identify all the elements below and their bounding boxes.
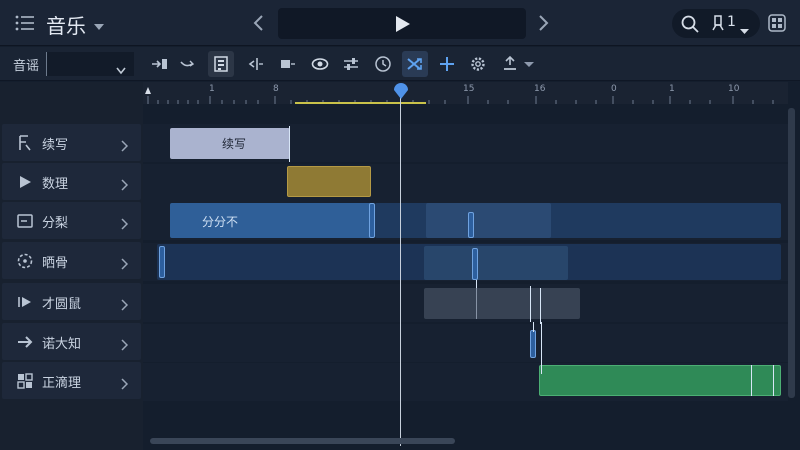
track-item[interactable]: 续写 [2, 124, 141, 161]
clip[interactable] [539, 365, 781, 396]
ruler-label: 10 [728, 84, 740, 94]
track-selector[interactable]: 音谣 [8, 52, 134, 76]
track-label: 才圆鼠 [42, 297, 82, 312]
clip-handle[interactable] [472, 248, 478, 280]
snap-right-icon[interactable] [147, 51, 173, 77]
curve-icon[interactable] [176, 51, 202, 77]
chevron-down-icon[interactable] [520, 51, 536, 77]
plus-icon[interactable] [434, 51, 460, 77]
chevron-down-icon[interactable] [93, 17, 105, 30]
clip[interactable] [424, 288, 580, 319]
ruler-label: 1 [209, 84, 215, 94]
track-label: 续写 [42, 138, 69, 153]
app-title[interactable]: 音乐 [46, 10, 86, 39]
track-list: 续写 数理 分梨 晒骨 才圆鼠 诺大知 正滴理 [0, 122, 143, 450]
clip-edge[interactable] [751, 365, 752, 396]
track-label: 晒骨 [42, 256, 69, 271]
chevron-right-icon[interactable] [121, 215, 129, 230]
clip-handle[interactable] [530, 330, 536, 358]
horizontal-scrollbar[interactable] [150, 438, 455, 444]
search-icon[interactable] [680, 14, 700, 34]
clip-highlight[interactable] [426, 203, 551, 238]
clip-edge[interactable] [540, 288, 541, 324]
track-selector-label: 音谣 [13, 59, 40, 74]
settings-icon[interactable] [465, 51, 491, 77]
track-item[interactable]: 才圆鼠 [2, 283, 141, 320]
playhead-icon[interactable] [393, 82, 409, 100]
chevron-right-icon[interactable] [121, 375, 129, 390]
play-icon[interactable] [392, 14, 412, 34]
panel-icon [16, 212, 34, 230]
clip-edge[interactable] [773, 365, 774, 396]
lane-background [143, 164, 788, 202]
chevron-down-icon[interactable] [116, 60, 126, 75]
vertical-scrollbar[interactable] [788, 108, 795, 398]
track-label: 数理 [42, 177, 69, 192]
ruler-label: 0 [611, 84, 617, 94]
clipboard-icon[interactable] [208, 51, 234, 77]
sliders-icon[interactable] [338, 51, 364, 77]
user-count: 1 [727, 14, 736, 30]
ruler-label: 1 [669, 84, 675, 94]
clip-handle[interactable] [468, 212, 474, 238]
lane-background [143, 324, 788, 362]
clip[interactable]: 分分不 [170, 203, 374, 238]
clip-edge[interactable] [289, 126, 290, 162]
track-header-spacer [0, 82, 143, 122]
clip-edge [541, 362, 542, 374]
clip[interactable]: 续写 [170, 128, 290, 159]
track-label: 分梨 [42, 216, 69, 231]
clip-edge [541, 322, 542, 366]
dashboard-icon [16, 372, 34, 390]
track-item[interactable]: 晒骨 [2, 242, 141, 279]
playhead-line[interactable] [400, 92, 401, 446]
chevron-right-icon[interactable] [536, 14, 550, 32]
track-item[interactable]: 诺大知 [2, 323, 141, 360]
loop-icon [16, 252, 34, 270]
track-label: 正滴理 [42, 376, 82, 391]
flag-icon[interactable] [275, 51, 301, 77]
shuffle-icon[interactable] [402, 51, 428, 77]
track-item[interactable]: 分梨 [2, 202, 141, 239]
chevron-right-icon[interactable] [121, 137, 129, 152]
chevron-right-icon[interactable] [121, 336, 129, 351]
list-icon[interactable] [14, 12, 36, 34]
track-selector-field[interactable] [46, 52, 134, 76]
clip[interactable] [287, 166, 371, 197]
clip-label: 续写 [222, 137, 247, 151]
transport-display [278, 8, 526, 39]
ruler-label: 16 [534, 84, 546, 94]
clock-icon[interactable] [370, 51, 396, 77]
time-ruler[interactable]: 1 8 15 16 0 1 10 [143, 82, 788, 104]
arrow-right-icon [16, 333, 34, 351]
track-label: 诺大知 [42, 337, 82, 352]
ruler-label: 15 [463, 84, 475, 94]
chevron-right-icon[interactable] [121, 296, 129, 311]
ruler-label: 8 [273, 84, 279, 94]
editing-toolbar: 音谣 [0, 47, 800, 81]
track-item[interactable]: 数理 [2, 163, 141, 200]
text-style-icon [16, 134, 34, 152]
eye-icon[interactable] [307, 51, 333, 77]
user-icon[interactable] [712, 15, 726, 31]
clip-edge [533, 322, 534, 332]
track-item[interactable]: 正滴理 [2, 362, 141, 399]
clip-label: 分分不 [202, 215, 239, 229]
chevron-right-icon[interactable] [121, 176, 129, 191]
clip-handle[interactable] [159, 246, 165, 278]
clip-edge [476, 288, 477, 319]
clip-edge[interactable] [530, 286, 531, 322]
step-forward-icon [16, 293, 34, 311]
play-icon [16, 173, 34, 191]
search-user-group: 1 [672, 9, 760, 38]
chevron-right-icon[interactable] [121, 255, 129, 270]
split-left-icon[interactable] [242, 51, 268, 77]
grid-icon[interactable] [768, 14, 786, 32]
clip-highlight[interactable] [424, 246, 568, 280]
timeline-area[interactable]: 1 8 15 16 0 1 10 续写 分分不 [143, 82, 788, 450]
chevron-down-icon[interactable] [740, 20, 749, 34]
chevron-left-icon[interactable] [252, 14, 266, 32]
top-bar: 音乐 1 [0, 0, 800, 46]
